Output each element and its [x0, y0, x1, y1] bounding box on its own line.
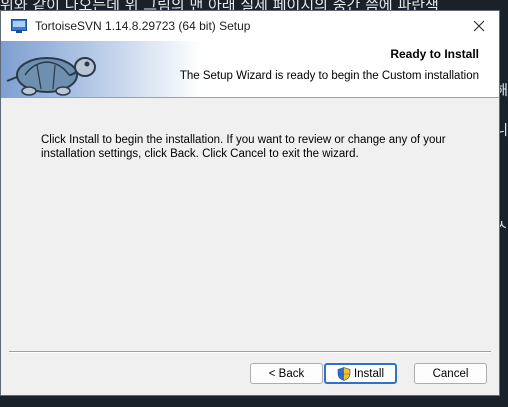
title-bar: TortoiseSVN 1.14.8.29723 (64 bit) Setup: [1, 11, 499, 41]
setup-dialog: TortoiseSVN 1.14.8.29723 (64 bit) Setup …: [0, 10, 500, 396]
cancel-button-label: Cancel: [432, 367, 469, 380]
back-button[interactable]: < Back: [250, 363, 323, 384]
close-button[interactable]: [465, 14, 493, 38]
install-button-label: Install: [353, 367, 385, 380]
footer-divider: [9, 351, 491, 353]
wizard-header: Ready to Install The Setup Wizard is rea…: [1, 41, 499, 98]
tortoisesvn-icon: [11, 19, 27, 33]
instructions-text: Click Install to begin the installation.…: [41, 134, 446, 160]
cancel-button[interactable]: Cancel: [414, 363, 487, 384]
back-button-label: < Back: [268, 367, 305, 380]
page-subtitle: The Setup Wizard is ready to begin the C…: [179, 70, 479, 82]
header-banner: [1, 41, 201, 97]
install-button[interactable]: Install: [324, 363, 397, 384]
turtle-icon: [6, 57, 96, 96]
window-title: TortoiseSVN 1.14.8.29723 (64 bit) Setup: [35, 19, 251, 33]
close-icon: [473, 20, 485, 32]
page-title: Ready to Install: [390, 47, 479, 61]
uac-shield-icon: [337, 366, 351, 381]
